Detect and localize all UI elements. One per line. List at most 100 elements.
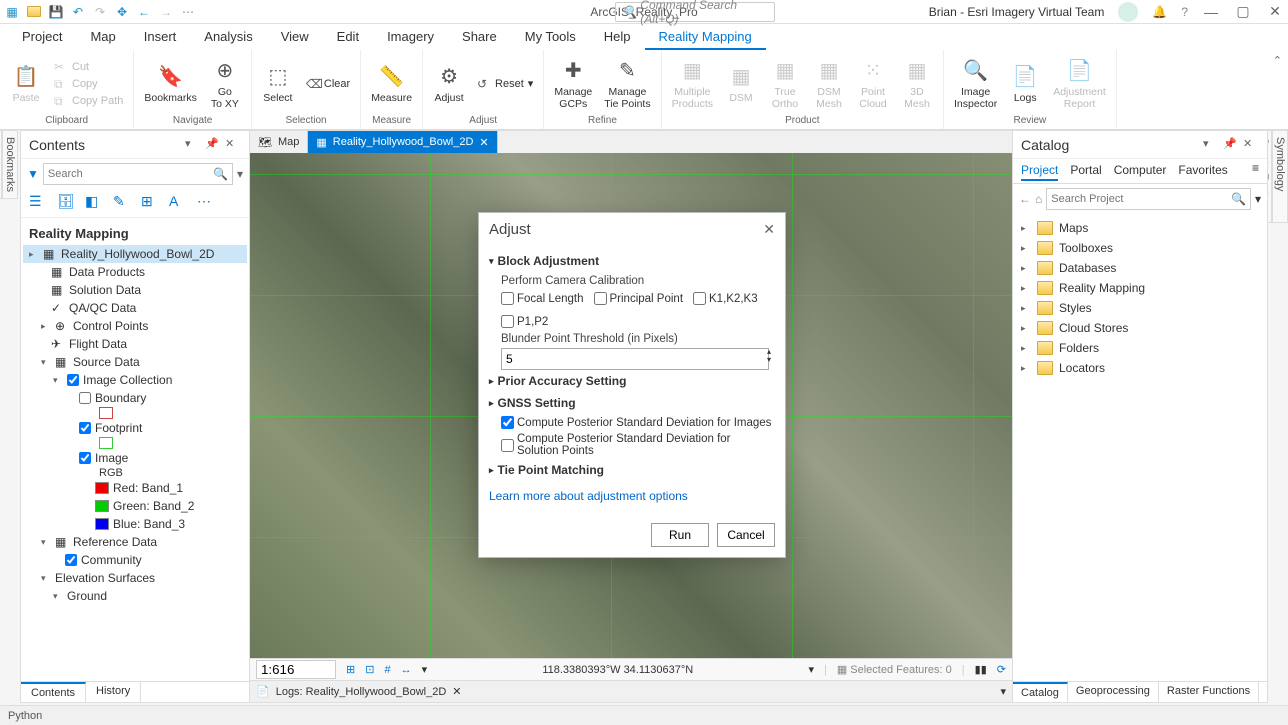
dsm-mesh-button[interactable]: ▦DSM Mesh <box>809 55 849 112</box>
panel-close-icon[interactable]: ✕ <box>225 137 241 153</box>
section-block-adjustment[interactable]: ▾Block Adjustment <box>489 250 775 272</box>
chk-image-collection[interactable] <box>67 374 79 386</box>
panel-pin-icon[interactable]: 📌 <box>1223 137 1239 153</box>
tree-project[interactable]: ▸▦Reality_Hollywood_Bowl_2D <box>23 245 247 263</box>
logs-menu-icon[interactable]: ▾ <box>1000 685 1006 698</box>
map-tab-map[interactable]: 🗺Map <box>250 131 308 153</box>
btab-raster[interactable]: Raster Functions <box>1159 682 1259 702</box>
map-tab-reality[interactable]: ▦Reality_Hollywood_Bowl_2D✕ <box>308 131 497 153</box>
goto-xy-button[interactable]: ⊕Go To XY <box>205 55 245 112</box>
multiple-products-button[interactable]: ▦Multiple Products <box>668 55 717 112</box>
dialog-close-icon[interactable]: ✕ <box>763 221 775 238</box>
3d-mesh-button[interactable]: ▦3D Mesh <box>897 55 937 112</box>
catalog-item-databases[interactable]: ▸Databases <box>1017 258 1263 278</box>
tree-image-collection[interactable]: ▾Image Collection <box>23 371 247 389</box>
btab-catalog[interactable]: Catalog <box>1013 682 1068 702</box>
list-by-select-icon[interactable]: ◧ <box>85 193 105 213</box>
catalog-tab-favorites[interactable]: Favorites <box>1178 161 1227 181</box>
paste-button[interactable]: 📋Paste <box>6 61 46 107</box>
chk-footprint[interactable] <box>79 422 91 434</box>
forward-icon[interactable]: → <box>158 4 174 20</box>
catalog-tab-project[interactable]: Project <box>1021 161 1058 181</box>
logs-button[interactable]: 📄Logs <box>1005 61 1045 107</box>
manage-gcps-button[interactable]: ✚Manage GCPs <box>550 55 596 112</box>
close-logs-icon[interactable]: ✕ <box>452 685 461 698</box>
catalog-search-input[interactable] <box>1051 193 1231 205</box>
tree-data-products[interactable]: ▦Data Products <box>23 263 247 281</box>
minimize-button[interactable]: — <box>1202 3 1220 21</box>
panel-menu-icon[interactable]: ▾ <box>185 137 201 153</box>
learn-more-link[interactable]: Learn more about adjustment options <box>489 481 775 507</box>
tree-community[interactable]: Community <box>23 551 247 569</box>
panel-menu-icon[interactable]: ▾ <box>1203 137 1219 153</box>
catalog-item-locators[interactable]: ▸Locators <box>1017 358 1263 378</box>
section-prior-accuracy[interactable]: ▸Prior Accuracy Setting <box>489 370 775 392</box>
panel-close-icon[interactable]: ✕ <box>1243 137 1259 153</box>
list-by-edit-icon[interactable]: ✎ <box>113 193 133 213</box>
logs-tab-label[interactable]: Logs: Reality_Hollywood_Bowl_2D <box>276 686 447 698</box>
catalog-tab-portal[interactable]: Portal <box>1070 161 1101 181</box>
tree-boundary[interactable]: Boundary <box>23 389 247 407</box>
help-icon[interactable]: ? <box>1181 5 1188 19</box>
undo-icon[interactable]: ↶ <box>70 4 86 20</box>
back-icon[interactable]: ← <box>1019 192 1031 206</box>
opt-compute-images[interactable]: Compute Posterior Standard Deviation for… <box>501 416 771 429</box>
menu-tab-share[interactable]: Share <box>448 25 511 50</box>
tab-contents[interactable]: Contents <box>21 682 86 702</box>
tree-reference-data[interactable]: ▾▦Reference Data <box>23 533 247 551</box>
tree-ground[interactable]: ▾Ground <box>23 587 247 605</box>
cancel-button[interactable]: Cancel <box>717 523 775 547</box>
scale-input[interactable] <box>256 660 336 679</box>
home-icon[interactable]: ⌂ <box>1035 192 1042 206</box>
snapping-icon[interactable]: ⊡ <box>365 663 374 676</box>
tree-control-points[interactable]: ▸⊕Control Points <box>23 317 247 335</box>
menu-tab-insert[interactable]: Insert <box>130 25 191 50</box>
tab-history[interactable]: History <box>86 682 141 702</box>
panel-pin-icon[interactable]: 📌 <box>205 137 221 153</box>
redo-icon[interactable]: ↷ <box>92 4 108 20</box>
more-icon[interactable]: ⋯ <box>197 193 217 213</box>
adjust-button[interactable]: ⚙Adjust <box>429 61 469 107</box>
opt-k123[interactable]: K1,K2,K3 <box>693 292 758 305</box>
pause-drawing-icon[interactable]: ▮▮ <box>975 663 987 676</box>
list-by-drawing-icon[interactable]: ☰ <box>29 193 49 213</box>
maximize-button[interactable]: ▢ <box>1234 3 1252 21</box>
blunder-threshold-input[interactable] <box>501 348 769 370</box>
run-button[interactable]: Run <box>651 523 709 547</box>
command-search[interactable]: 🔍 Command Search (Alt+Q) <box>615 2 775 22</box>
menu-tab-help[interactable]: Help <box>590 25 645 50</box>
catalog-item-folders[interactable]: ▸Folders <box>1017 338 1263 358</box>
list-by-label-icon[interactable]: A <box>169 193 189 213</box>
true-ortho-button[interactable]: ▦True Ortho <box>765 55 805 112</box>
manage-tie-points-button[interactable]: ✎Manage Tie Points <box>600 55 654 112</box>
close-tab-icon[interactable]: ✕ <box>479 136 488 149</box>
save-icon[interactable]: 💾 <box>48 4 64 20</box>
grid-icon[interactable]: # <box>384 664 390 676</box>
chk-image[interactable] <box>79 452 91 464</box>
spinner-icon[interactable]: ▴▾ <box>767 348 771 364</box>
tree-qaqc[interactable]: ✓QA/QC Data <box>23 299 247 317</box>
tree-source-data[interactable]: ▾▦Source Data <box>23 353 247 371</box>
section-tie-point[interactable]: ▸Tie Point Matching <box>489 459 775 481</box>
dynamic-icon[interactable]: ↔ <box>401 664 412 676</box>
catalog-item-cloud-stores[interactable]: ▸Cloud Stores <box>1017 318 1263 338</box>
chk-community[interactable] <box>65 554 77 566</box>
menu-tab-my-tools[interactable]: My Tools <box>511 25 590 50</box>
menu-tab-view[interactable]: View <box>267 25 323 50</box>
python-button[interactable]: Python <box>8 710 42 722</box>
explore-icon[interactable]: ✥ <box>114 4 130 20</box>
section-gnss[interactable]: ▸GNSS Setting <box>489 392 775 414</box>
catalog-item-toolboxes[interactable]: ▸Toolboxes <box>1017 238 1263 258</box>
copy-path-button[interactable]: ⧉Copy Path <box>50 93 127 109</box>
refresh-icon[interactable]: ⟳ <box>997 663 1006 676</box>
catalog-item-reality-mapping[interactable]: ▸Reality Mapping <box>1017 278 1263 298</box>
copy-button[interactable]: ⧉Copy <box>50 76 127 92</box>
opt-focal-length[interactable]: Focal Length <box>501 292 584 305</box>
select-button[interactable]: ⬚Select <box>258 61 298 107</box>
new-project-icon[interactable]: ▦ <box>4 4 20 20</box>
catalog-item-maps[interactable]: ▸Maps <box>1017 218 1263 238</box>
point-cloud-button[interactable]: ⁙Point Cloud <box>853 55 893 112</box>
qat-more-icon[interactable]: ⋯ <box>180 4 196 20</box>
chevron-down-icon[interactable]: ▾ <box>422 663 428 676</box>
chevron-down-icon[interactable]: ▾ <box>237 167 243 181</box>
